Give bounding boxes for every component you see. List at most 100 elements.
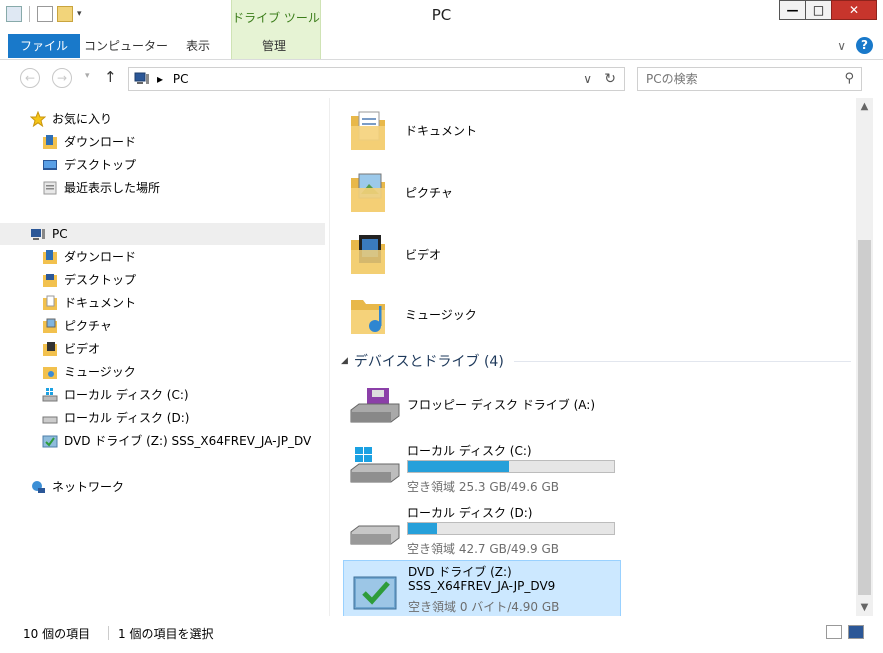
drive-floppy-a[interactable]: フロッピー ディスク ドライブ (A:)	[343, 376, 621, 436]
nav-network[interactable]: ネットワーク	[30, 476, 124, 498]
music-folder-icon	[43, 367, 57, 379]
nav-favorites[interactable]: お気に入り	[30, 108, 112, 130]
folder-music[interactable]: ミュージック	[349, 286, 477, 342]
music-folder-icon	[351, 300, 385, 334]
nav-fav-desktop[interactable]: デスクトップ	[42, 154, 136, 176]
nav-pc-videos[interactable]: ビデオ	[42, 338, 100, 360]
back-button[interactable]: ←	[20, 68, 40, 88]
refresh-icon[interactable]: ↻	[604, 71, 616, 87]
folder-documents[interactable]: ドキュメント	[349, 102, 477, 158]
vertical-scrollbar[interactable]: ▲ ▼	[856, 98, 873, 616]
breadcrumb-arrow-icon[interactable]: ▸	[157, 72, 163, 86]
new-folder-icon[interactable]	[57, 6, 73, 22]
documents-folder-icon	[351, 111, 385, 150]
search-box[interactable]: ⚲	[637, 67, 862, 91]
drive-local-d[interactable]: ローカル ディスク (D:) 空き領域 42.7 GB/49.9 GB	[343, 498, 621, 558]
content-pane: ドキュメント ピクチャ ビデオ ミュージック ◢ デバイスとドライブ (4) フ…	[331, 98, 856, 616]
pc-app-icon[interactable]	[6, 6, 22, 22]
nav-pc-pictures[interactable]: ピクチャ	[42, 315, 112, 337]
nav-pc-music[interactable]: ミュージック	[42, 361, 136, 383]
nav-item-label: デスクトップ	[64, 273, 137, 287]
group-divider	[513, 360, 851, 362]
nav-network-label: ネットワーク	[52, 480, 125, 494]
scroll-up-icon[interactable]: ▲	[856, 98, 873, 115]
nav-item-label: ピクチャ	[64, 319, 112, 333]
ribbon-right-controls: ∨ ?	[837, 37, 873, 54]
drive-local-c[interactable]: ローカル ディスク (C:) 空き領域 25.3 GB/49.6 GB	[343, 436, 621, 496]
help-icon[interactable]: ?	[856, 37, 873, 54]
ribbon-tabs: ファイル コンピューター 表示 管理 ∨ ?	[0, 32, 883, 60]
pc-icon	[31, 229, 45, 240]
scroll-thumb[interactable]	[858, 240, 871, 595]
recent-locations-icon[interactable]: ▾	[85, 71, 90, 81]
nav-favorites-label: お気に入り	[52, 112, 113, 126]
dvd-drive-icon	[42, 435, 58, 448]
drive-free-space: 空き領域 42.7 GB/49.9 GB	[407, 542, 559, 556]
nav-item-label: ダウンロード	[64, 250, 137, 264]
windows-drive-icon	[350, 447, 400, 483]
address-dropdown-icon[interactable]: ∨	[583, 72, 592, 86]
search-icon[interactable]: ⚲	[844, 71, 854, 86]
drive-free-space: 空き領域 0 バイト/4.90 GB	[408, 600, 560, 614]
nav-item-label: ミュージック	[64, 365, 136, 379]
drive-free-space: 空き領域 25.3 GB/49.6 GB	[407, 480, 559, 494]
desktop-folder-icon	[43, 274, 57, 287]
properties-icon[interactable]	[37, 6, 53, 22]
drive-usage-fill	[408, 461, 509, 472]
videos-folder-icon	[351, 235, 385, 274]
folder-pictures[interactable]: ピクチャ	[349, 164, 453, 220]
expand-ribbon-icon[interactable]: ∨	[837, 39, 846, 53]
nav-pc-desktop[interactable]: デスクトップ	[42, 269, 136, 291]
collapse-icon[interactable]: ◢	[341, 356, 348, 366]
drive-name: ローカル ディスク (C:)	[407, 444, 532, 458]
nav-pc-downloads[interactable]: ダウンロード	[42, 246, 136, 268]
folder-videos[interactable]: ビデオ	[349, 226, 441, 282]
maximize-button[interactable]: □	[805, 0, 832, 20]
address-bar[interactable]: ▸ PC ∨ ↻	[128, 67, 625, 91]
window-controls: — □ ✕	[779, 0, 877, 20]
title-bar: ▾ ドライブ ツール PC — □ ✕	[0, 0, 883, 60]
close-button[interactable]: ✕	[831, 0, 877, 20]
tab-manage[interactable]: 管理	[250, 34, 298, 58]
nav-pc[interactable]: PC	[0, 223, 325, 245]
tab-file[interactable]: ファイル	[8, 34, 81, 58]
drive-dvd-z[interactable]: DVD ドライブ (Z:) SSS_X64FREV_JA-JP_DV9 空き領域…	[343, 560, 621, 616]
minimize-button[interactable]: —	[779, 0, 806, 20]
network-icon	[32, 481, 45, 493]
qat-separator	[29, 6, 30, 22]
pictures-folder-icon	[351, 173, 385, 212]
videos-folder-icon	[43, 342, 57, 356]
nav-item-label: 最近表示した場所	[64, 181, 161, 195]
up-button[interactable]: ↑	[104, 68, 117, 86]
folder-label: ドキュメント	[405, 123, 478, 138]
forward-button[interactable]: →	[52, 68, 72, 88]
drive-usage-fill	[408, 523, 437, 534]
drive-name: フロッピー ディスク ドライブ (A:)	[407, 398, 596, 412]
devices-group-header[interactable]: ◢ デバイスとドライブ (4)	[341, 352, 851, 370]
details-view-icon[interactable]	[826, 625, 842, 639]
floppy-drive-icon	[350, 388, 400, 423]
pictures-folder-icon	[43, 318, 57, 333]
tab-view[interactable]: 表示	[174, 34, 222, 58]
large-icons-view-icon[interactable]	[848, 625, 864, 639]
search-input[interactable]	[646, 72, 826, 86]
breadcrumb-pc[interactable]: PC	[173, 72, 189, 86]
status-divider	[108, 626, 109, 640]
window-title: PC	[431, 6, 452, 24]
desktop-icon	[43, 160, 57, 170]
nav-fav-downloads[interactable]: ダウンロード	[42, 131, 136, 153]
drive-usage-bar	[407, 460, 615, 473]
nav-pc-dvd-drive[interactable]: DVD ドライブ (Z:) SSS_X64FREV_JA-JP_DV	[42, 430, 311, 452]
nav-pc-local-disk-d[interactable]: ローカル ディスク (D:)	[42, 407, 189, 429]
nav-pc-documents[interactable]: ドキュメント	[42, 292, 136, 314]
dvd-drive-icon	[353, 576, 397, 610]
folder-label: ミュージック	[405, 307, 477, 322]
nav-pc-local-disk-c[interactable]: ローカル ディスク (C:)	[42, 384, 189, 406]
tab-computer[interactable]: コンピューター	[72, 34, 180, 58]
hard-drive-icon	[350, 525, 400, 545]
breadcrumb[interactable]: ▸ PC	[157, 72, 188, 86]
qat-customize-icon[interactable]: ▾	[77, 9, 82, 19]
scroll-down-icon[interactable]: ▼	[856, 599, 873, 616]
nav-fav-recent-places[interactable]: 最近表示した場所	[42, 177, 160, 199]
nav-item-label: DVD ドライブ (Z:) SSS_X64FREV_JA-JP_DV	[64, 434, 312, 448]
